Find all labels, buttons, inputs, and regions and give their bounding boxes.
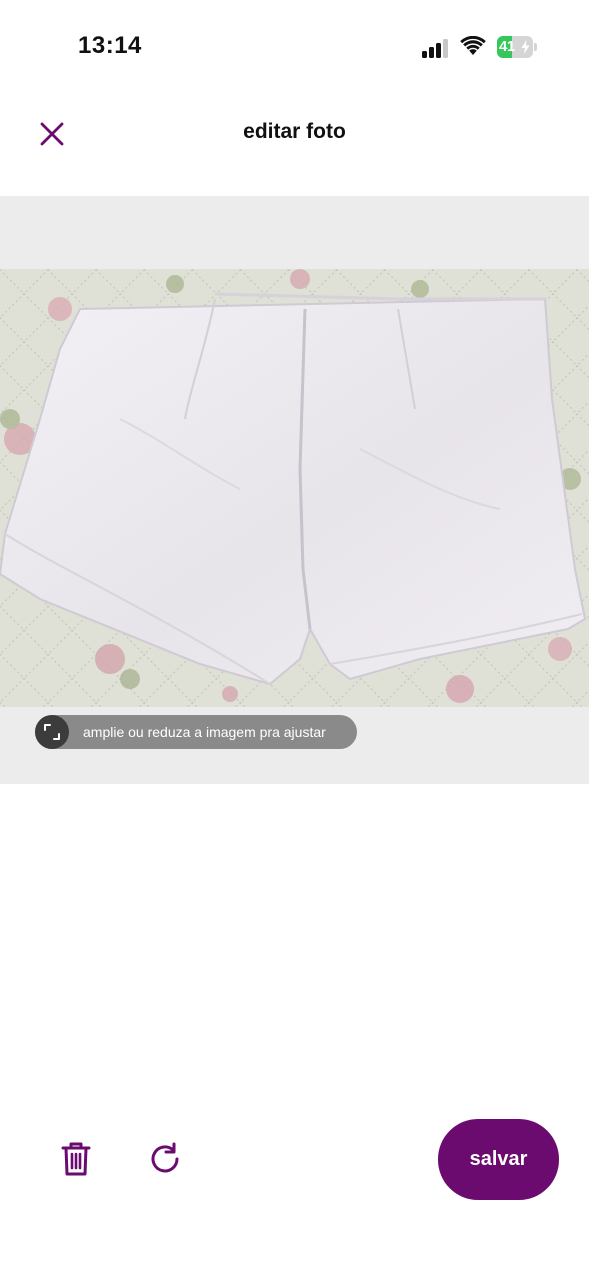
battery-level: 41: [499, 38, 515, 55]
battery-charging-icon: 41: [497, 36, 537, 58]
delete-button[interactable]: [56, 1138, 96, 1180]
image-editor-area[interactable]: amplie ou reduza a imagem pra ajustar: [0, 196, 589, 784]
rotate-button[interactable]: [144, 1138, 186, 1180]
status-time: 13:14: [78, 32, 142, 59]
resize-icon: [35, 715, 69, 749]
trash-icon: [61, 1142, 91, 1176]
product-photo[interactable]: [0, 269, 589, 707]
rotate-icon: [151, 1142, 179, 1173]
header: editar foto: [0, 96, 589, 196]
save-button[interactable]: salvar: [438, 1119, 559, 1200]
status-bar: 13:14 41: [0, 0, 589, 96]
cellular-signal-icon: [422, 38, 450, 58]
zoom-hint-text: amplie ou reduza a imagem pra ajustar: [83, 724, 326, 740]
zoom-hint-pill: amplie ou reduza a imagem pra ajustar: [35, 715, 357, 749]
charging-bolt-icon: [521, 40, 530, 54]
bottom-toolbar: salvar: [0, 1110, 589, 1210]
photo-of-white-shorts: [0, 269, 589, 707]
wifi-icon: [460, 35, 486, 56]
page-title: editar foto: [243, 120, 346, 143]
edit-photo-screen: 13:14 41 editar foto amplie ou reduza a …: [0, 0, 589, 1280]
